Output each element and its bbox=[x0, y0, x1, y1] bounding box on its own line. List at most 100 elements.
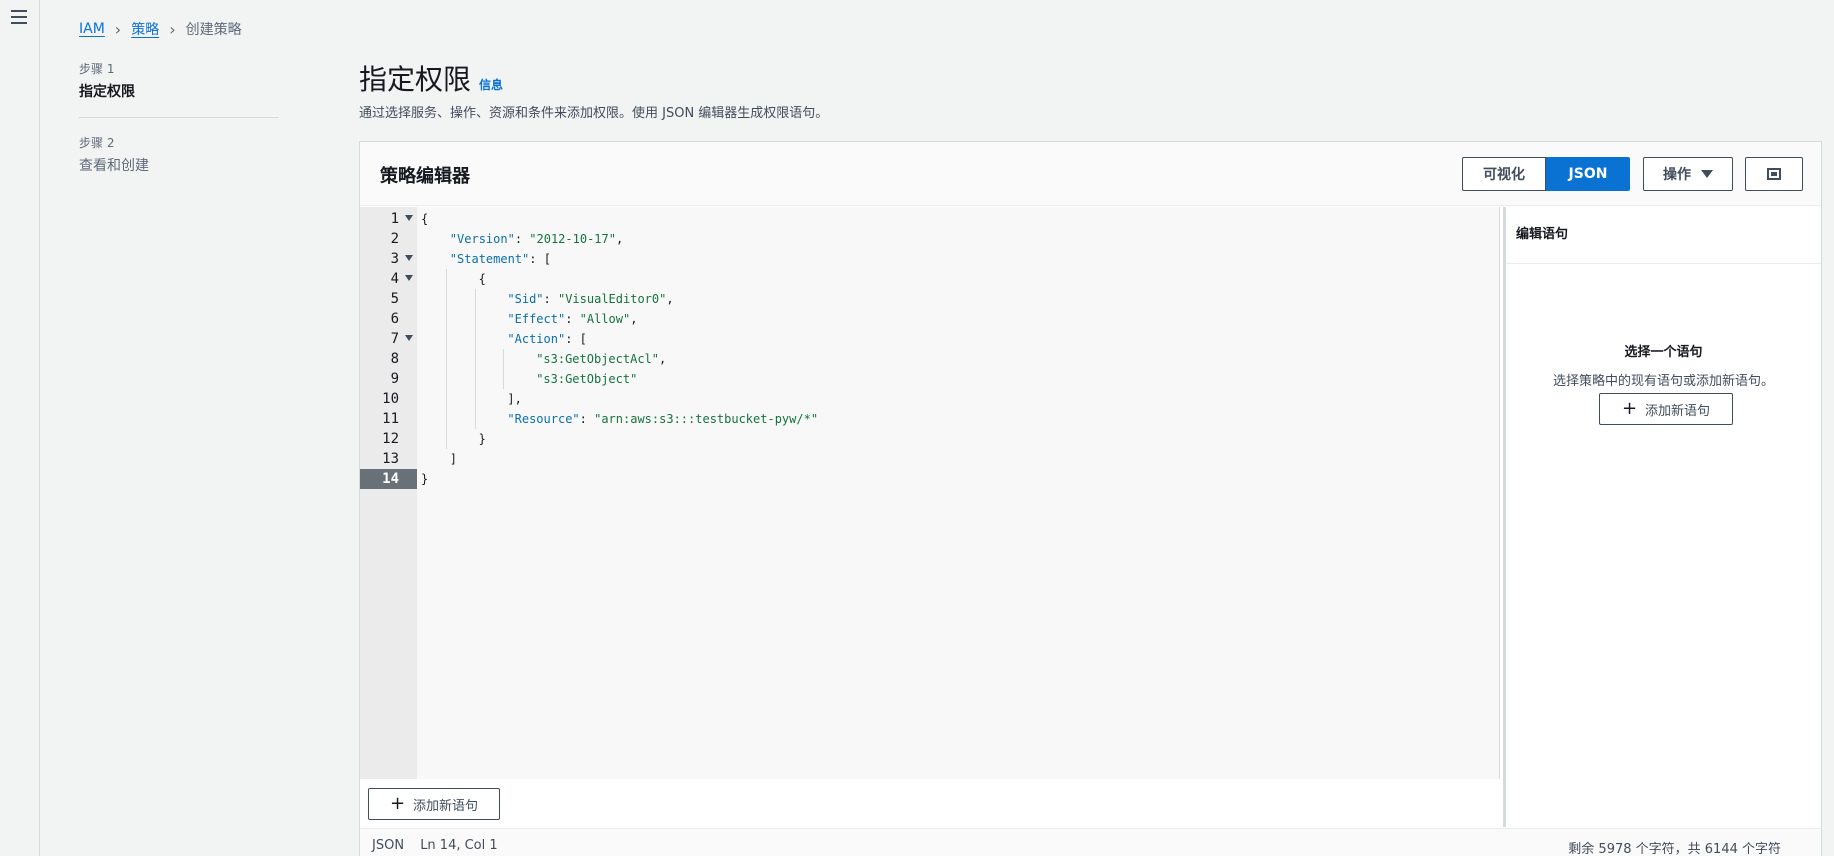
json-punct: : [ bbox=[529, 252, 551, 266]
json-key: "Action" bbox=[507, 332, 566, 346]
code-line: "Action": [ bbox=[507, 329, 586, 349]
json-key: "Resource" bbox=[507, 412, 580, 426]
json-punct: : [ bbox=[565, 332, 587, 346]
step-1-title[interactable]: 指定权限 bbox=[79, 81, 279, 101]
side-panel-title: 编辑语句 bbox=[1516, 227, 1569, 242]
fold-arrow-icon[interactable] bbox=[405, 275, 413, 281]
json-punct: , bbox=[630, 312, 638, 326]
status-char-count: 剩余 5978 个字符，共 6144 个字符 bbox=[1568, 842, 1781, 856]
empty-state-description: 选择策略中的现有语句或添加新语句。 bbox=[1552, 374, 1774, 389]
code-line: } bbox=[479, 429, 486, 449]
fold-arrow-icon[interactable] bbox=[405, 255, 413, 261]
line-number: 10 bbox=[382, 391, 399, 407]
chevron-right-icon: › bbox=[114, 19, 122, 39]
json-punct: , bbox=[615, 232, 624, 246]
plus-icon: + bbox=[389, 793, 406, 814]
code-line: } bbox=[421, 469, 428, 489]
code-line: "s3:GetObject" bbox=[536, 369, 637, 389]
line-number-gutter: 1 2 3 4 5 6 7 8 9 10 11 12 13 14 bbox=[360, 207, 417, 779]
policy-editor-header: 策略编辑器 可视化 JSON 操作 bbox=[360, 142, 1821, 206]
indent-guide bbox=[503, 349, 505, 389]
status-mode: JSON bbox=[372, 838, 405, 853]
line-number: 9 bbox=[390, 371, 399, 387]
json-key: "Sid" bbox=[507, 292, 544, 306]
step-2-title[interactable]: 查看和创建 bbox=[79, 155, 279, 175]
panel-icon bbox=[1767, 168, 1781, 180]
code-line: ], bbox=[507, 389, 521, 409]
json-string: "s3:GetObject" bbox=[536, 372, 638, 386]
json-string: "arn:aws:s3:::testbucket-pyw/*" bbox=[594, 412, 819, 426]
line-number: 2 bbox=[390, 231, 399, 247]
json-punct: : bbox=[565, 312, 580, 326]
toggle-panel-button[interactable] bbox=[1745, 157, 1803, 191]
json-key: "Statement" bbox=[449, 252, 530, 266]
code-line: "Sid": "VisualEditor0", bbox=[507, 289, 673, 309]
code-line: "Effect": "Allow", bbox=[507, 309, 637, 329]
json-punct: : bbox=[543, 292, 558, 306]
indent-guide bbox=[474, 289, 476, 429]
page-description: 通过选择服务、操作、资源和条件来添加权限。使用 JSON 编辑器生成权限语句。 bbox=[359, 106, 829, 121]
code-text: { bbox=[421, 212, 429, 226]
json-mode-button[interactable]: JSON bbox=[1546, 157, 1630, 191]
wizard-steps: 步骤 1 指定权限 步骤 2 查看和创建 bbox=[79, 60, 279, 175]
step-1-number: 步骤 1 bbox=[79, 62, 115, 76]
json-code-editor[interactable]: 1 2 3 4 5 6 7 8 9 10 11 12 13 14 {"Version": "2012-10… bbox=[360, 207, 1500, 779]
breadcrumb-policies[interactable]: 策略 bbox=[131, 19, 159, 39]
code-text: } bbox=[478, 432, 486, 446]
line-number: 13 bbox=[382, 451, 399, 467]
actions-label: 操作 bbox=[1663, 167, 1691, 183]
policy-editor-title: 策略编辑器 bbox=[380, 166, 470, 187]
json-key: "Effect" bbox=[507, 312, 566, 326]
code-text: ] bbox=[449, 452, 458, 466]
code-text: ], bbox=[507, 392, 522, 406]
plus-icon: + bbox=[1621, 398, 1638, 419]
add-statement-button[interactable]: + 添加新语句 bbox=[368, 788, 500, 820]
breadcrumb-iam[interactable]: IAM bbox=[79, 21, 105, 37]
code-text: } bbox=[421, 472, 429, 486]
code-line: "Resource": "arn:aws:s3:::testbucket-pyw… bbox=[507, 409, 818, 429]
step-divider bbox=[79, 117, 279, 118]
line-number: 12 bbox=[382, 431, 399, 447]
json-punct: , bbox=[659, 352, 667, 366]
page-title: 指定权限 bbox=[359, 63, 472, 96]
side-panel-divider bbox=[1506, 263, 1821, 264]
line-number: 3 bbox=[360, 249, 417, 269]
fold-arrow-icon[interactable] bbox=[405, 335, 413, 341]
policy-editor-card: 策略编辑器 可视化 JSON 操作 1 2 3 4 5 6 7 8 9 10 11 12 13 14 {"… bbox=[359, 141, 1822, 856]
json-punct: : bbox=[514, 232, 530, 246]
editor-mode-toggle: 可视化 JSON bbox=[1462, 157, 1630, 191]
code-line: "Statement": [ bbox=[450, 249, 551, 269]
empty-state-title: 选择一个语句 bbox=[1624, 345, 1703, 360]
side-add-statement-button[interactable]: + 添加新语句 bbox=[1599, 393, 1733, 425]
add-statement-label: 添加新语句 bbox=[413, 798, 479, 814]
status-position: Ln 14, Col 1 bbox=[420, 838, 498, 853]
line-number: 7 bbox=[360, 329, 417, 349]
side-add-statement-label: 添加新语句 bbox=[1645, 403, 1711, 419]
info-link[interactable]: 信息 bbox=[479, 76, 503, 93]
json-string: "Allow" bbox=[579, 312, 631, 326]
line-number: 6 bbox=[390, 311, 399, 327]
line-number: 1 bbox=[360, 209, 417, 229]
breadcrumb: IAM › 策略 › 创建策略 bbox=[79, 19, 242, 39]
code-line: ] bbox=[450, 449, 457, 469]
chevron-right-icon: › bbox=[169, 19, 176, 39]
json-string: "VisualEditor0" bbox=[557, 292, 667, 306]
code-line: "Version": "2012-10-17", bbox=[450, 229, 623, 249]
edit-statement-panel: 编辑语句 选择一个语句 选择策略中的现有语句或添加新语句。 + 添加新语句 bbox=[1503, 207, 1821, 827]
line-number: 14 bbox=[360, 469, 417, 489]
fold-arrow-icon[interactable] bbox=[405, 215, 413, 221]
breadcrumb-current: 创建策略 bbox=[185, 22, 242, 38]
visual-mode-button[interactable]: 可视化 bbox=[1462, 157, 1546, 191]
line-number: 4 bbox=[360, 269, 417, 289]
code-line: { bbox=[421, 209, 428, 229]
code-content[interactable]: {"Version": "2012-10-17", "Statement": [{… bbox=[417, 207, 1497, 779]
left-navigation-rail bbox=[0, 0, 40, 856]
code-line: { bbox=[479, 269, 486, 289]
caret-down-icon bbox=[1701, 170, 1713, 178]
line-number: 5 bbox=[390, 291, 399, 307]
actions-dropdown[interactable]: 操作 bbox=[1643, 157, 1733, 191]
indent-guide bbox=[445, 269, 447, 449]
json-punct: : bbox=[579, 412, 595, 426]
json-string: "s3:GetObjectAcl" bbox=[536, 352, 660, 366]
menu-icon[interactable] bbox=[11, 10, 27, 24]
